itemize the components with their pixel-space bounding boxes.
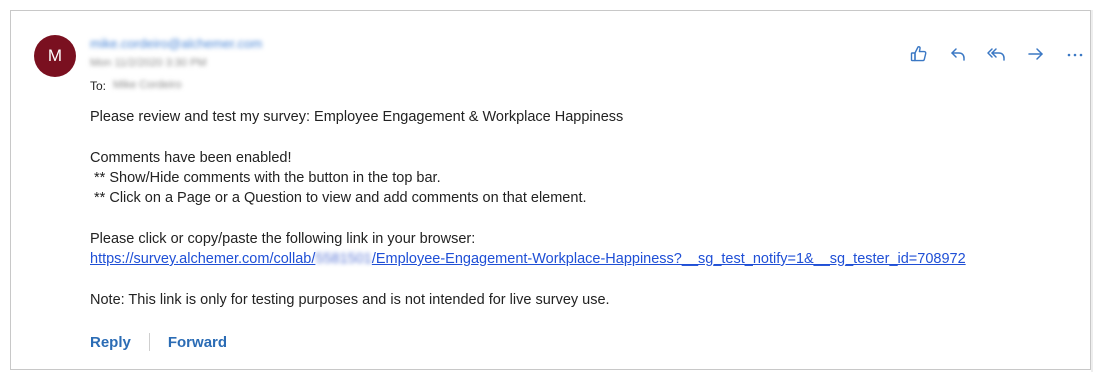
body-line-comments-enabled: Comments have been enabled!: [90, 150, 292, 166]
reply-button[interactable]: [946, 42, 970, 66]
body-line-copy-link: Please click or copy/paste the following…: [90, 231, 476, 247]
body-note: Note: This link is only for testing purp…: [90, 292, 610, 308]
body-line-survey-title: Please review and test my survey: Employ…: [90, 109, 624, 125]
sent-date: Mon 11/2/2020 3:30 PM: [90, 57, 207, 69]
forward-footer-button[interactable]: Forward: [168, 334, 227, 351]
reply-icon: [951, 48, 965, 61]
recipient-name[interactable]: Mike Cordeiro: [113, 79, 181, 91]
body-line-click-page: ** Click on a Page or a Question to view…: [90, 190, 587, 206]
message-actions: [907, 42, 1087, 66]
reply-footer-button[interactable]: Reply: [90, 334, 131, 351]
link-prefix: https://survey.alchemer.com/collab/: [90, 251, 316, 267]
forward-icon: [1028, 48, 1043, 60]
footer-divider: [148, 333, 150, 351]
reply-all-icon: [987, 48, 1005, 61]
footer-actions: Reply Forward: [90, 333, 227, 351]
more-icon: [1067, 53, 1083, 57]
avatar: M: [34, 35, 76, 77]
like-button[interactable]: [907, 42, 931, 66]
body-line-show-hide: ** Show/Hide comments with the button in…: [90, 170, 441, 186]
forward-button[interactable]: [1024, 42, 1048, 66]
avatar-initial: M: [47, 46, 63, 65]
link-suffix: /Employee-Engagement-Workplace-Happiness…: [371, 251, 966, 267]
link-hidden-id: 5581501: [315, 251, 372, 267]
thumbs-up-icon: [910, 46, 927, 62]
sender-email[interactable]: mike.cordeiro@alchemer.com: [90, 36, 262, 51]
to-label: To:: [90, 79, 107, 93]
reply-all-button[interactable]: [985, 42, 1009, 66]
more-actions-button[interactable]: [1063, 42, 1087, 66]
survey-link[interactable]: https://survey.alchemer.com/collab/55815…: [90, 251, 966, 267]
